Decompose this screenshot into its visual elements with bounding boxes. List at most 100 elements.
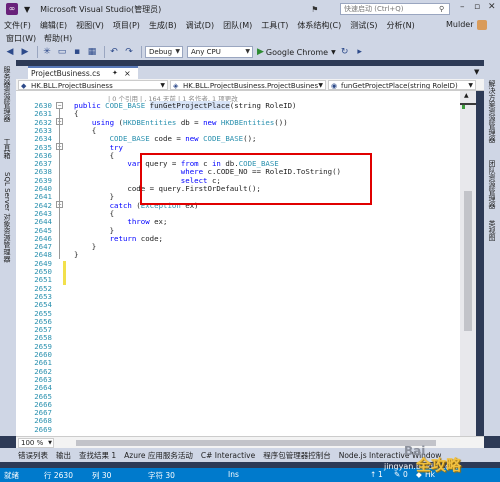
code-line[interactable]: 2664 xyxy=(16,383,456,392)
new-project-icon[interactable]: ✳ xyxy=(41,46,53,58)
code-line[interactable]: 2644 throw ex; xyxy=(16,217,456,226)
maximize-button[interactable]: ▫ xyxy=(474,2,480,12)
forward-icon[interactable]: ▶ xyxy=(19,46,31,58)
tab-output[interactable]: 输出 xyxy=(56,450,71,461)
menu-edit[interactable]: 编辑(E) xyxy=(40,20,67,31)
pencil-icon[interactable]: ✎ xyxy=(394,470,400,479)
code-line[interactable]: 2648} xyxy=(16,250,456,259)
tab-error-list[interactable]: 错误列表 xyxy=(18,450,48,461)
configuration-select[interactable]: Debug ▼ xyxy=(145,46,183,58)
member-dropdown[interactable]: ◉ funGetProjectPlace(string RoleID) ▼ xyxy=(328,80,476,90)
redo-icon[interactable]: ↷ xyxy=(123,46,135,58)
toolbar-extra-icon[interactable]: ▸ xyxy=(354,46,366,58)
code-line[interactable]: 2667 xyxy=(16,408,456,417)
code-line[interactable]: 2652 xyxy=(16,284,456,293)
menu-analyze[interactable]: 分析(N) xyxy=(387,20,415,31)
code-line[interactable]: 2634 CODE_BASE code = new CODE_BASE(); xyxy=(16,134,456,143)
pin-icon[interactable]: ✦ xyxy=(112,68,118,79)
open-folder-icon[interactable]: ▭ xyxy=(56,46,68,58)
notification-flag-icon[interactable]: ⚑ xyxy=(311,5,318,14)
menu-debug[interactable]: 调试(D) xyxy=(186,20,214,31)
code-line[interactable]: 2658 xyxy=(16,333,456,342)
menu-team[interactable]: 团队(M) xyxy=(223,20,252,31)
avatar[interactable] xyxy=(477,20,487,30)
back-icon[interactable]: ◀ xyxy=(4,46,16,58)
menu-build[interactable]: 生成(B) xyxy=(149,20,177,31)
code-line[interactable]: 2635 try xyxy=(16,143,456,152)
code-line[interactable]: 2666 xyxy=(16,400,456,409)
code-line[interactable]: 2661 xyxy=(16,358,456,367)
quick-launch-input[interactable]: 快速启动 (Ctrl+Q) ⚲ xyxy=(340,3,450,15)
highlight-annotation-box xyxy=(140,153,372,205)
toolbox-tab[interactable]: 工具箱 xyxy=(2,138,12,159)
code-line[interactable]: 2643 { xyxy=(16,209,456,218)
sql-server-explorer-tab[interactable]: SQL Server 对象资源管理器 xyxy=(2,172,12,262)
code-line[interactable]: 2646 return code; xyxy=(16,234,456,243)
code-line[interactable]: 2632 using (HKDBEntities db = new HKDBEn… xyxy=(16,118,456,127)
navigation-bar: ◆ HK.BLL.ProjectBusiness ▼ ◈ HK.BLL.Proje… xyxy=(16,79,484,91)
code-line[interactable]: 2656 xyxy=(16,317,456,326)
tab-package-manager-console[interactable]: 程序包管理器控制台 xyxy=(263,450,331,461)
filter-icon[interactable]: ▼ xyxy=(24,5,30,14)
start-debugging-button[interactable]: ▶ Google Chrome ▼ xyxy=(257,47,336,57)
code-line[interactable]: 2649 xyxy=(16,259,456,268)
code-line[interactable]: 2653 xyxy=(16,292,456,301)
code-line[interactable]: 2663 xyxy=(16,375,456,384)
code-line[interactable]: 2660 xyxy=(16,350,456,359)
class-view-tab[interactable]: 类视图 xyxy=(487,220,497,241)
code-line[interactable]: 2630 public CODE_BASE funGetProjectPlace(… xyxy=(16,101,456,110)
refresh-icon[interactable]: ↻ xyxy=(339,46,351,58)
tab-azure-activity[interactable]: Azure 应用服务活动 xyxy=(124,450,193,461)
zoom-select[interactable]: 100 % ▼ xyxy=(18,438,54,448)
menu-project[interactable]: 项目(P) xyxy=(113,20,140,31)
code-line[interactable]: 2647 } xyxy=(16,242,456,251)
menu-view[interactable]: 视图(V) xyxy=(76,20,104,31)
close-icon[interactable]: × xyxy=(124,68,131,79)
close-window-button[interactable]: ✕ xyxy=(488,2,496,12)
code-line[interactable]: 2665 xyxy=(16,392,456,401)
undo-icon[interactable]: ↶ xyxy=(108,46,120,58)
chevron-down-icon[interactable]: ▼ xyxy=(474,68,479,76)
outline-guide xyxy=(59,109,60,259)
team-explorer-tab[interactable]: 团队资源管理器 xyxy=(487,160,497,209)
code-line[interactable]: 2633 { xyxy=(16,126,456,135)
solution-explorer-tab[interactable]: 解决方案资源管理器 xyxy=(487,80,497,143)
user-name[interactable]: Mulder xyxy=(446,20,473,29)
code-line[interactable]: 2669 xyxy=(16,425,456,434)
class-dropdown[interactable]: ◈ HK.BLL.ProjectBusiness.ProjectBusines ▼ xyxy=(170,80,326,90)
chevron-down-icon: ▼ xyxy=(318,82,323,89)
menu-architecture[interactable]: 体系结构(C) xyxy=(297,20,341,31)
code-line[interactable]: 2655 xyxy=(16,309,456,318)
vertical-scrollbar[interactable]: ▲ xyxy=(460,91,476,436)
code-line[interactable]: 2645 } xyxy=(16,226,456,235)
horizontal-scrollbar-thumb[interactable] xyxy=(76,440,436,446)
code-line[interactable]: 2657 xyxy=(16,325,456,334)
tab-project-business[interactable]: ProjectBusiness.cs ✦ × xyxy=(28,66,138,79)
code-line[interactable]: 2668 xyxy=(16,416,456,425)
code-line[interactable]: 2651 xyxy=(16,275,456,284)
save-icon[interactable]: ▪ xyxy=(71,46,83,58)
code-line[interactable]: 2631{ xyxy=(16,109,456,118)
scrollbar-thumb[interactable] xyxy=(464,191,472,331)
code-line[interactable]: 2662 xyxy=(16,367,456,376)
chevron-down-icon: ▼ xyxy=(48,440,52,446)
menu-window[interactable]: 窗口(W) xyxy=(6,33,36,44)
project-dropdown[interactable]: ◆ HK.BLL.ProjectBusiness ▼ xyxy=(18,80,168,90)
minimize-button[interactable]: – xyxy=(460,2,465,12)
code-line[interactable]: 2654 xyxy=(16,300,456,309)
code-line[interactable]: 2650 xyxy=(16,267,456,276)
menu-tools[interactable]: 工具(T) xyxy=(261,20,288,31)
menu-help[interactable]: 帮助(H) xyxy=(44,33,72,44)
scroll-up-icon[interactable]: ▲ xyxy=(464,92,469,99)
menu-file[interactable]: 文件(F) xyxy=(4,20,31,31)
tab-find-results[interactable]: 查找结果 1 xyxy=(79,450,116,461)
collapse-icon[interactable]: − xyxy=(56,101,63,109)
code-editor[interactable]: | 0 个引用 | , 164 天前 | 1 名作者, 1 项更改 2630 pu… xyxy=(16,91,476,436)
server-explorer-tab[interactable]: 服务器资源管理器 xyxy=(2,66,12,122)
code-line[interactable]: 2659 xyxy=(16,342,456,351)
menu-test[interactable]: 测试(S) xyxy=(350,20,377,31)
tab-csharp-interactive[interactable]: C# Interactive xyxy=(201,451,255,460)
arrow-up-icon[interactable]: ↑ xyxy=(370,470,376,479)
platform-select[interactable]: Any CPU ▼ xyxy=(187,46,253,58)
save-all-icon[interactable]: ▦ xyxy=(86,46,98,58)
